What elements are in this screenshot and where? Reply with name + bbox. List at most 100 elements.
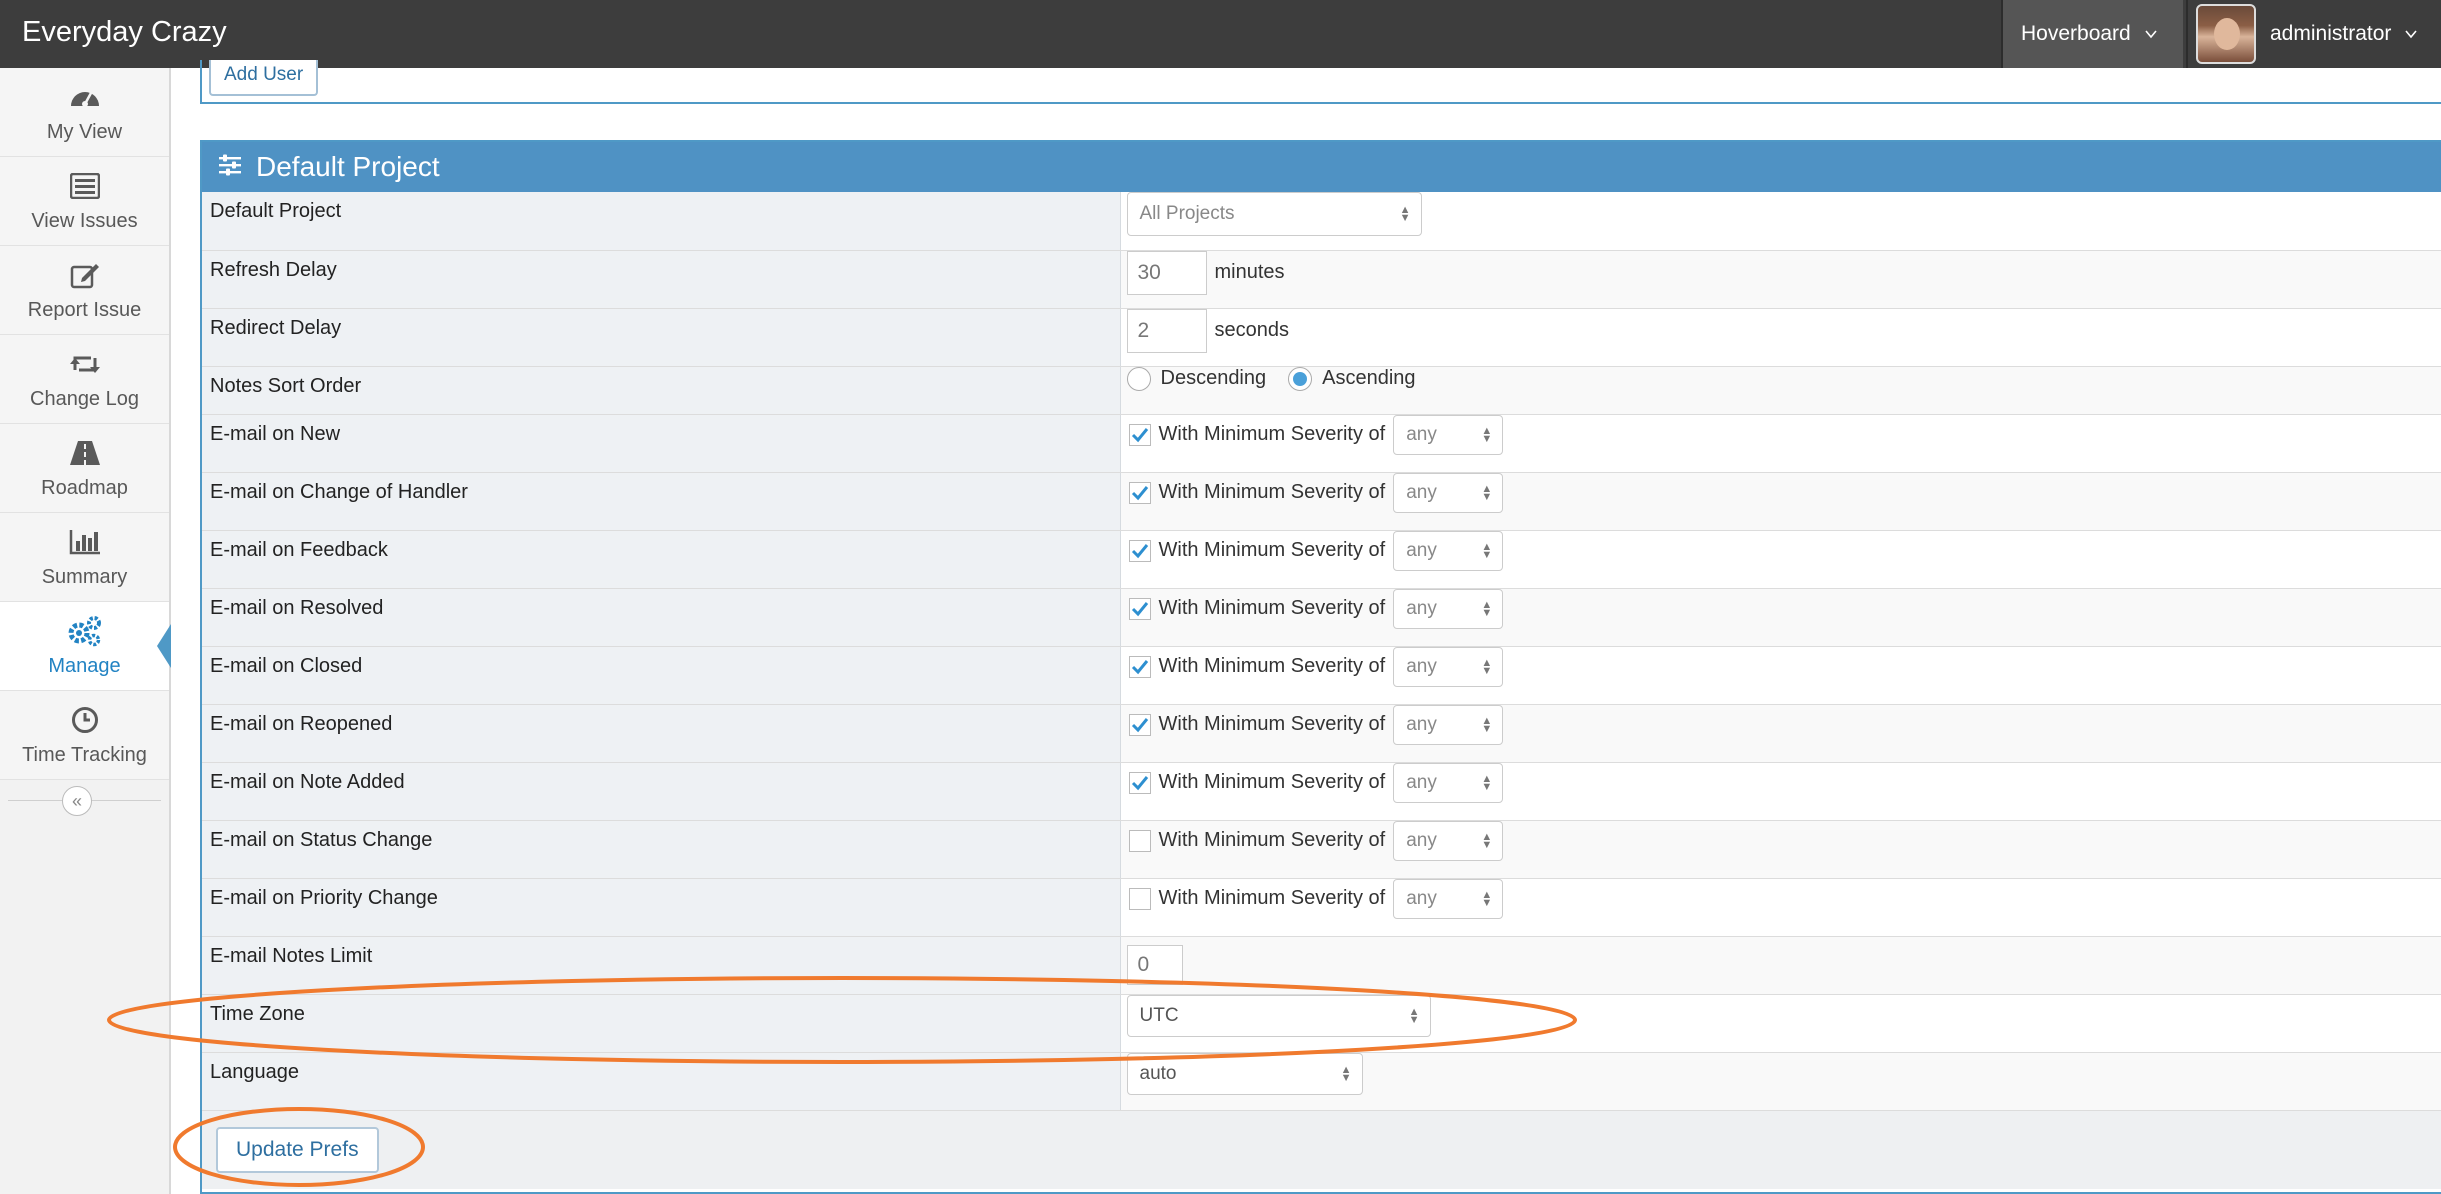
select-arrows-icon: ▲ ▼ <box>1399 204 1411 224</box>
severity-label: With Minimum Severity of <box>1158 713 1386 735</box>
avatar <box>2196 4 2256 64</box>
table-row: E-mail on New With Minimum Severity of a… <box>202 414 2441 473</box>
dashboard-icon <box>69 81 101 113</box>
sidebar-item-roadmap[interactable]: Roadmap <box>0 424 169 513</box>
row-label: E-mail on Closed <box>202 646 1121 705</box>
email-checkbox[interactable] <box>1128 713 1151 736</box>
severity-select[interactable]: any ▲ ▼ <box>1393 530 1504 571</box>
email-checkbox[interactable] <box>1128 655 1151 678</box>
sidebar-item-time-tracking[interactable]: Time Tracking <box>0 691 169 780</box>
email-checkbox[interactable] <box>1128 539 1151 562</box>
clock-icon <box>71 704 99 736</box>
add-user-widget <box>200 60 2441 104</box>
severity-select[interactable]: any ▲ ▼ <box>1393 762 1504 803</box>
row-value: UTC ▲ ▼ <box>1120 994 2441 1053</box>
table-row: Redirect Delay 2 seconds <box>202 308 2441 367</box>
row-label: E-mail on Priority Change <box>202 878 1121 937</box>
update-prefs-button[interactable]: Update Prefs <box>216 1126 379 1173</box>
collapse-sidebar-button[interactable]: « <box>62 786 92 816</box>
sidebar-item-report-issue[interactable]: Report Issue <box>0 246 169 335</box>
severity-select[interactable]: any ▲ ▼ <box>1393 414 1504 455</box>
sidebar-item-manage[interactable]: Manage <box>0 602 171 691</box>
severity-select[interactable]: any ▲ ▼ <box>1393 588 1504 629</box>
table-row: E-mail on Priority Change With Minimum S… <box>202 878 2441 937</box>
email-checkbox[interactable] <box>1128 887 1151 910</box>
radio-ascending-label[interactable]: Ascending <box>1322 367 1415 390</box>
sidebar-item-label: Change Log <box>30 387 139 410</box>
add-user-button[interactable]: Add User <box>209 60 319 96</box>
email-checkbox[interactable] <box>1128 423 1151 446</box>
email-checkbox[interactable] <box>1128 771 1151 794</box>
email-checkbox[interactable] <box>1128 829 1151 852</box>
table-row: E-mail on Resolved With Minimum Severity… <box>202 588 2441 647</box>
select-arrows-icon: ▲ ▼ <box>1481 830 1493 851</box>
select-value: any <box>1406 597 1437 619</box>
list-icon <box>69 170 100 202</box>
select-arrows-icon: ▲ ▼ <box>1408 1005 1420 1026</box>
sidebar-item-my-view[interactable]: My View <box>0 68 169 157</box>
sidebar-item-summary[interactable]: Summary <box>0 513 169 602</box>
email-checkbox[interactable] <box>1128 481 1151 504</box>
radio-descending[interactable] <box>1126 366 1151 391</box>
select-value: UTC <box>1139 1004 1179 1026</box>
sidebar-item-change-log[interactable]: Change Log <box>0 335 169 424</box>
check-icon <box>1131 543 1148 558</box>
refresh-delay-input[interactable]: 30 <box>1126 250 1207 295</box>
email-checkbox[interactable] <box>1128 597 1151 620</box>
severity-label: With Minimum Severity of <box>1158 423 1386 445</box>
table-row: E-mail Notes Limit 0 <box>202 936 2441 995</box>
table-row: Time Zone UTC ▲ ▼ <box>202 994 2441 1053</box>
severity-select[interactable]: any ▲ ▼ <box>1393 820 1504 861</box>
severity-label: With Minimum Severity of <box>1158 829 1386 851</box>
row-value: 0 <box>1120 936 2441 995</box>
row-label: E-mail on Change of Handler <box>202 472 1121 531</box>
severity-select[interactable]: any ▲ ▼ <box>1393 472 1504 513</box>
row-value: With Minimum Severity of any ▲ ▼ <box>1120 762 2441 821</box>
radio-ascending[interactable] <box>1288 366 1313 391</box>
user-menu[interactable]: administrator <box>2188 0 2441 68</box>
row-value: Descending Ascending <box>1120 366 2441 415</box>
select-value: any <box>1406 539 1437 561</box>
severity-select[interactable]: any ▲ ▼ <box>1393 704 1504 745</box>
row-value: All Projects ▲ ▼ <box>1120 192 2441 251</box>
email-notes-limit-input[interactable]: 0 <box>1126 944 1183 985</box>
row-value: With Minimum Severity of any ▲ ▼ <box>1120 530 2441 589</box>
redirect-delay-input[interactable]: 2 <box>1126 308 1207 353</box>
select-value: any <box>1406 771 1437 793</box>
user-menu-label: administrator <box>2270 22 2392 45</box>
severity-select[interactable]: any ▲ ▼ <box>1393 646 1504 687</box>
language-select[interactable]: auto ▲ ▼ <box>1126 1052 1363 1095</box>
table-row: Notes Sort Order Descending Ascending <box>202 366 2441 415</box>
row-label: Redirect Delay <box>202 308 1121 367</box>
time-zone-select[interactable]: UTC ▲ ▼ <box>1126 994 1431 1037</box>
row-value: With Minimum Severity of any ▲ ▼ <box>1120 414 2441 473</box>
table-row: E-mail on Status Change With Minimum Sev… <box>202 820 2441 879</box>
row-value: With Minimum Severity of any ▲ ▼ <box>1120 704 2441 763</box>
road-icon <box>69 437 101 469</box>
default-project-select[interactable]: All Projects ▲ ▼ <box>1126 192 1422 236</box>
row-label: E-mail Notes Limit <box>202 936 1121 995</box>
check-icon <box>1131 717 1148 732</box>
select-arrows-icon: ▲ ▼ <box>1481 598 1493 619</box>
select-arrows-icon: ▲ ▼ <box>1481 772 1493 793</box>
table-row: Refresh Delay 30 minutes <box>202 250 2441 309</box>
table-row: Language auto ▲ ▼ <box>202 1052 2441 1111</box>
select-arrows-icon: ▲ ▼ <box>1481 714 1493 735</box>
project-menu[interactable]: Hoverboard <box>2003 0 2183 68</box>
severity-select[interactable]: any ▲ ▼ <box>1393 878 1504 919</box>
sidebar-item-view-issues[interactable]: View Issues <box>0 157 169 246</box>
row-label: E-mail on Status Change <box>202 820 1121 879</box>
double-chevron-left-icon: « <box>71 790 82 811</box>
brand-title[interactable]: Everyday Crazy <box>22 16 227 49</box>
row-value: With Minimum Severity of any ▲ ▼ <box>1120 820 2441 879</box>
select-arrows-icon: ▲ ▼ <box>1481 424 1493 445</box>
bar-chart-icon <box>69 526 101 558</box>
retweet-icon <box>69 348 101 380</box>
sidebar-item-label: Manage <box>48 654 121 677</box>
chevron-down-icon <box>2405 28 2418 40</box>
check-icon <box>1131 659 1148 674</box>
select-value: any <box>1406 481 1437 503</box>
row-label: Time Zone <box>202 994 1121 1053</box>
radio-descending-label[interactable]: Descending <box>1161 367 1267 390</box>
select-arrows-icon: ▲ ▼ <box>1481 888 1493 909</box>
